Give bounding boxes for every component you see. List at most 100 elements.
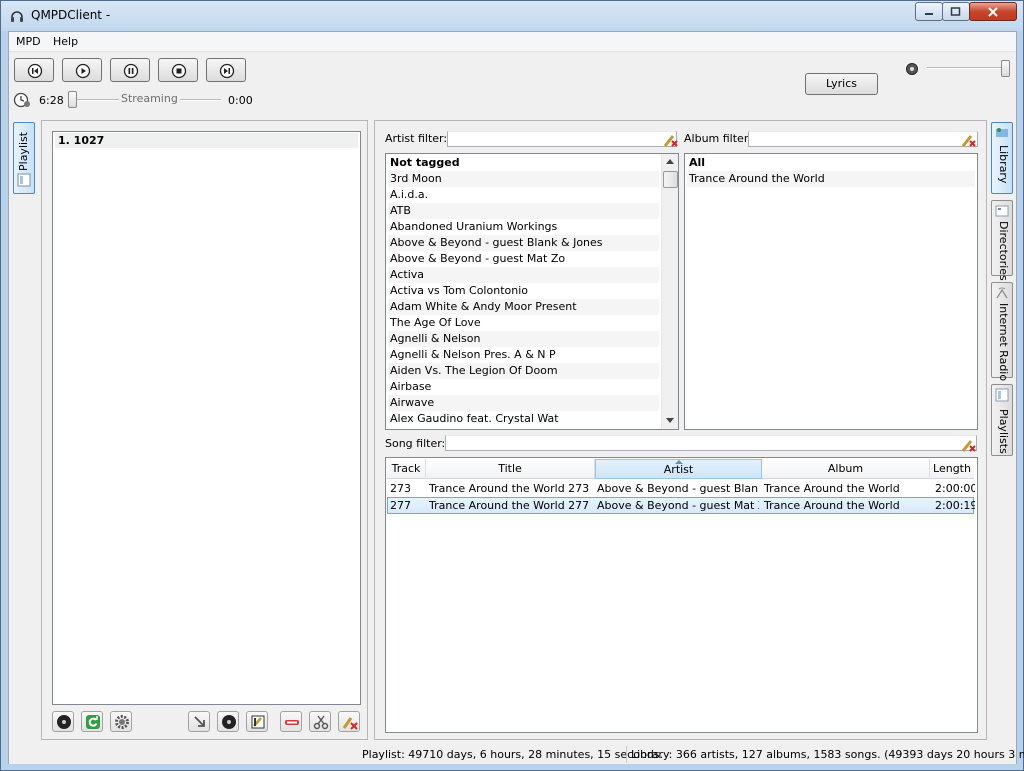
minimize-icon — [925, 12, 933, 15]
clear-filter-icon[interactable] — [663, 132, 679, 148]
list-item[interactable]: Adam White & Andy Moor Present — [388, 299, 659, 315]
clear-icon — [342, 717, 358, 730]
stop-button[interactable] — [158, 58, 198, 82]
playlist-list[interactable]: 1. 1027 — [52, 131, 361, 705]
client-area: MPD Help Lyrics 6:28 Streaming 0:00 Play… — [8, 31, 1024, 764]
list-item[interactable]: Trance Around the World — [687, 171, 975, 187]
disc-button[interactable] — [217, 711, 239, 732]
tab-library-label: Library — [997, 145, 1010, 184]
menu-bar: MPD Help — [9, 32, 1016, 52]
list-item[interactable]: A.i.d.a. — [388, 187, 659, 203]
artist-list[interactable]: Not tagged 3rd Moon A.i.d.a. ATB Abandon… — [385, 153, 679, 430]
list-item[interactable]: Activa vs Tom Colontonio — [388, 283, 659, 299]
tab-library[interactable]: Library — [991, 122, 1013, 194]
album-filter-input[interactable] — [748, 131, 978, 147]
play-icon — [75, 63, 91, 79]
column-artist[interactable]: Artist — [595, 459, 762, 479]
radio-icon — [996, 287, 1008, 299]
tab-directories[interactable]: Directories — [991, 200, 1013, 281]
remove-button[interactable] — [280, 711, 302, 732]
crop-button[interactable] — [309, 711, 331, 732]
list-item[interactable]: Above & Beyond - guest Mat Zo — [388, 251, 659, 267]
list-item[interactable]: Activa — [388, 267, 659, 283]
maximize-button[interactable] — [942, 2, 970, 21]
volume-slider[interactable] — [927, 67, 1009, 69]
cell-album: Trance Around the World — [764, 482, 900, 495]
list-item[interactable]: Agnelli & Nelson Pres. A & N P — [388, 347, 659, 363]
tab-playlists[interactable]: Playlists — [991, 384, 1013, 456]
list-item[interactable]: Above & Beyond - guest Blank & Jones — [388, 235, 659, 251]
next-track-icon — [219, 63, 235, 79]
tab-internet-radio-label: Internet Radio — [997, 303, 1010, 382]
close-window-button[interactable] — [969, 2, 1017, 21]
column-album[interactable]: Album — [762, 459, 930, 479]
timeline: 6:28 Streaming 0:00 — [13, 90, 253, 110]
playlist-frame: 1. 1027 — [41, 120, 368, 740]
list-item[interactable]: Alex Gaudino feat. Crystal Wat — [388, 411, 659, 427]
title-bar[interactable]: QMPDClient - — [1, 1, 1023, 31]
play-button[interactable] — [62, 58, 102, 82]
cell-artist: Above & Beyond - guest Mat Zo — [597, 499, 759, 512]
list-item[interactable]: Aiden Vs. The Legion Of Doom — [388, 363, 659, 379]
list-item[interactable]: 3rd Moon — [388, 171, 659, 187]
previous-track-icon — [27, 63, 43, 79]
menu-mpd[interactable]: MPD — [16, 35, 41, 48]
song-filter-label: Song filter: — [385, 437, 446, 450]
pause-button[interactable] — [110, 58, 150, 82]
settings-button[interactable] — [110, 711, 132, 732]
next-button[interactable] — [206, 58, 246, 82]
seek-slider-handle[interactable] — [68, 91, 77, 108]
streaming-label: Streaming — [119, 92, 180, 105]
scroll-down-arrow[interactable] — [666, 418, 674, 423]
table-row[interactable]: 273 Trance Around the World 273 (... Abo… — [387, 481, 975, 497]
save-playlist-button[interactable] — [52, 711, 74, 732]
tab-internet-radio[interactable]: Internet Radio — [991, 282, 1013, 382]
clear-filter-icon[interactable] — [961, 132, 977, 148]
volume-icon — [906, 63, 918, 75]
list-item[interactable]: All — [687, 155, 975, 171]
playlist-item[interactable]: 1. 1027 — [55, 133, 358, 148]
cell-length: 2:00:19 — [935, 499, 975, 512]
column-track[interactable]: Track — [387, 459, 426, 479]
list-item[interactable]: Not tagged — [388, 155, 659, 171]
headphones-icon — [11, 11, 23, 22]
column-length[interactable]: Length — [930, 459, 974, 479]
list-item[interactable]: Airbase — [388, 379, 659, 395]
disc-icon — [222, 715, 236, 729]
list-item[interactable]: Agnelli & Nelson — [388, 331, 659, 347]
list-item[interactable]: ATB — [388, 203, 659, 219]
artist-scrollbar[interactable] — [661, 154, 678, 429]
menu-help[interactable]: Help — [53, 35, 78, 48]
songs-table[interactable]: Track Title Artist Album Length 273 Tran… — [385, 457, 978, 733]
refresh-button[interactable] — [81, 711, 103, 732]
minimize-button[interactable] — [915, 2, 943, 21]
tab-playlist[interactable]: Playlist — [13, 122, 35, 194]
list-item[interactable]: Airwave — [388, 395, 659, 411]
scrollbar-thumb[interactable] — [663, 171, 678, 188]
song-filter-input[interactable] — [445, 435, 977, 451]
list-item[interactable]: The Age Of Love — [388, 315, 659, 331]
artist-filter-input[interactable] — [447, 131, 677, 147]
clear-filter-icon[interactable] — [961, 437, 977, 453]
album-list[interactable]: All Trance Around the World — [684, 153, 978, 430]
table-row-selected[interactable]: 277 Trance Around the World 277 (... Abo… — [387, 497, 975, 514]
stop-icon — [171, 63, 187, 79]
edit-button[interactable] — [246, 711, 268, 732]
cell-track: 277 — [390, 499, 411, 512]
status-bar: Playlist: 49710 days, 6 hours, 28 minute… — [9, 745, 1024, 764]
column-title[interactable]: Title — [426, 459, 595, 479]
volume-slider-handle[interactable] — [1001, 60, 1010, 77]
scroll-up-arrow[interactable] — [666, 159, 674, 164]
add-to-playlist-button[interactable] — [188, 711, 210, 732]
restore-icon — [950, 6, 961, 16]
clear-playlist-button[interactable] — [338, 711, 360, 732]
playlist-status: Playlist: 49710 days, 6 hours, 28 minute… — [362, 748, 664, 761]
library-tab-icon — [996, 128, 1008, 137]
cell-album: Trance Around the World — [764, 499, 900, 512]
lyrics-button[interactable]: Lyrics — [805, 73, 878, 95]
cell-length: 2:00:00 — [935, 482, 975, 495]
list-item[interactable]: Abandoned Uranium Workings — [388, 219, 659, 235]
clock-icon — [13, 92, 30, 108]
previous-button[interactable] — [14, 58, 54, 82]
add-arrow-icon — [194, 716, 205, 727]
